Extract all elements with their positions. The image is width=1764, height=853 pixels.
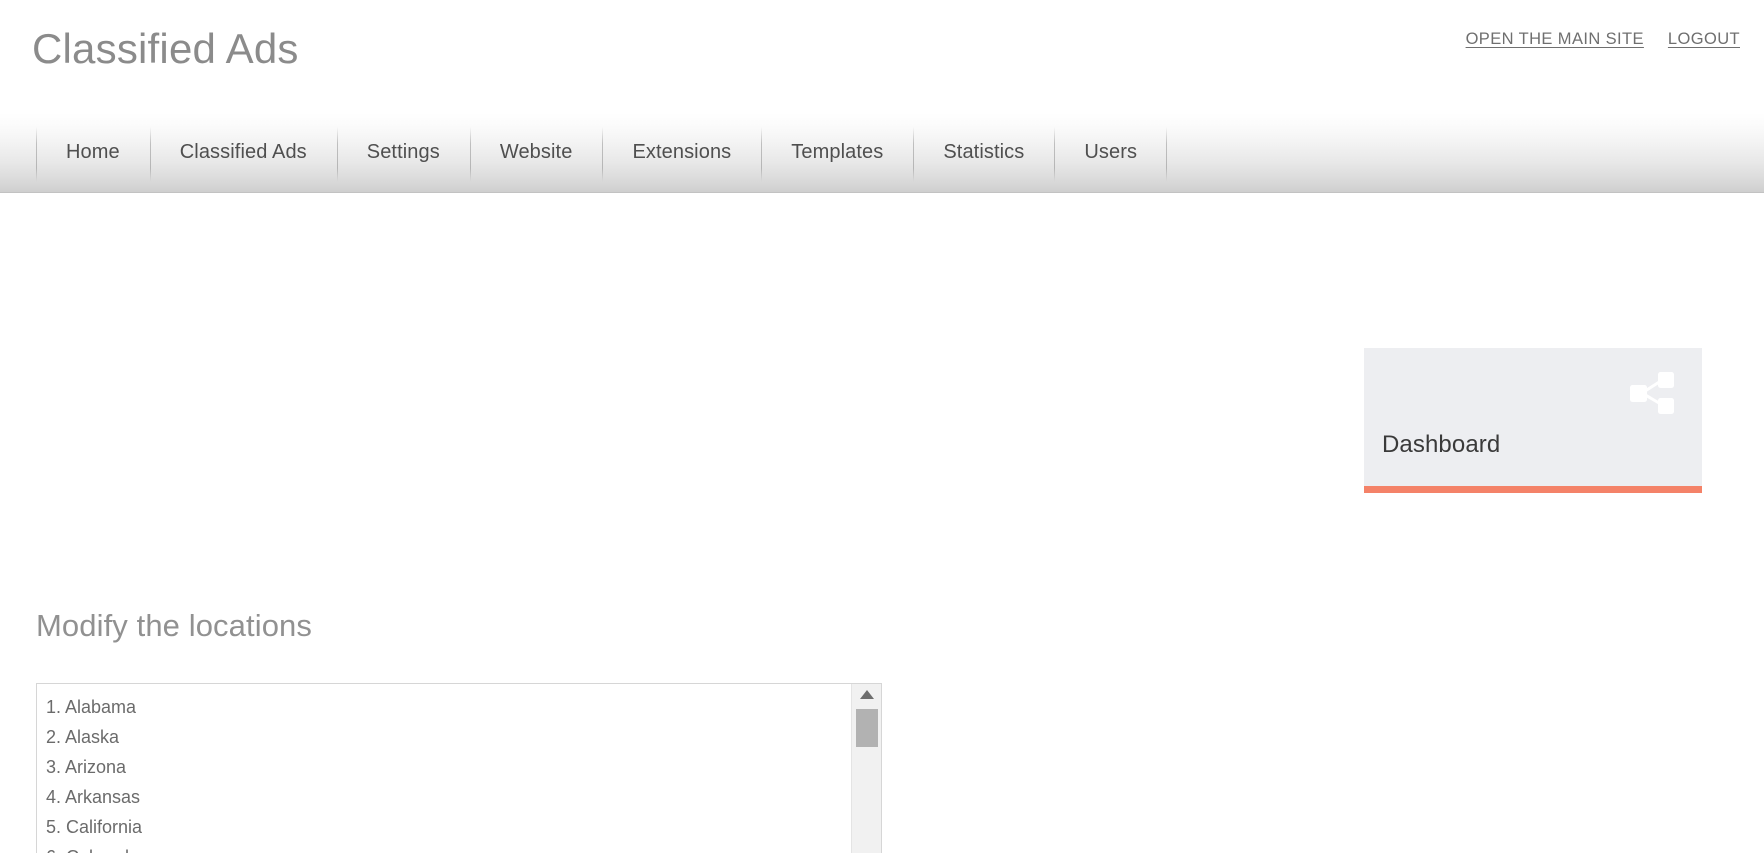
dashboard-tile-label: Dashboard <box>1382 431 1501 458</box>
listbox-scrollbar[interactable] <box>851 684 881 853</box>
dashboard-tile[interactable]: Dashboard <box>1364 348 1702 493</box>
nav-item-home[interactable]: Home <box>36 113 150 192</box>
site-title: Classified Ads <box>32 25 299 72</box>
header-links: OPEN THE MAIN SITE LOGOUT <box>1466 30 1740 49</box>
scroll-up-arrow-icon[interactable] <box>859 690 874 699</box>
list-item[interactable]: 4. Arkansas <box>37 782 851 812</box>
list-item[interactable]: 5. California <box>37 812 851 842</box>
nav-item-users[interactable]: Users <box>1054 113 1167 192</box>
page-header: Classified Ads OPEN THE MAIN SITE LOGOUT <box>0 0 1764 113</box>
share-sitemap-icon <box>1628 370 1676 416</box>
dashboard-tile-accent-bar <box>1364 486 1702 493</box>
nav-item-website[interactable]: Website <box>469 113 603 192</box>
locations-list: 1. Alabama 2. Alaska 3. Arizona 4. Arkan… <box>37 684 851 853</box>
list-item[interactable]: 6. Colorado <box>37 842 851 853</box>
nav-item-classified-ads[interactable]: Classified Ads <box>149 113 337 192</box>
locations-listbox[interactable]: 1. Alabama 2. Alaska 3. Arizona 4. Arkan… <box>36 683 882 853</box>
scrollbar-thumb[interactable] <box>856 709 878 747</box>
list-item[interactable]: 1. Alabama <box>37 692 851 722</box>
main-navigation: Home Classified Ads Settings Website Ext… <box>0 113 1764 193</box>
logout-link[interactable]: LOGOUT <box>1668 30 1740 49</box>
nav-item-settings[interactable]: Settings <box>336 113 470 192</box>
page-title: Modify the locations <box>36 608 312 643</box>
list-item[interactable]: 3. Arizona <box>37 752 851 782</box>
nav-item-statistics[interactable]: Statistics <box>913 113 1054 192</box>
list-item[interactable]: 2. Alaska <box>37 722 851 752</box>
content-area: Dashboard Modify the locations 1. Alabam… <box>0 193 1764 853</box>
nav-item-templates[interactable]: Templates <box>761 113 913 192</box>
nav-item-extensions[interactable]: Extensions <box>602 113 761 192</box>
open-main-site-link[interactable]: OPEN THE MAIN SITE <box>1466 30 1644 49</box>
